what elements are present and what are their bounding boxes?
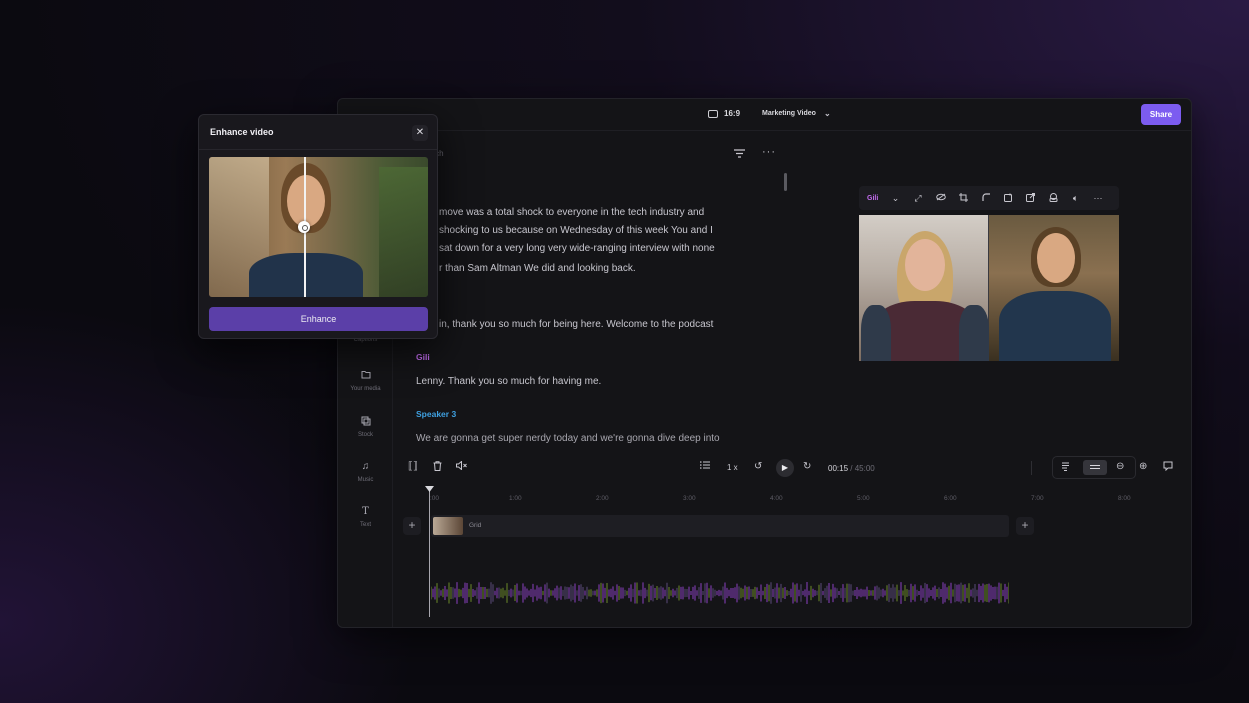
- transcript-line[interactable]: Lenny. Thank you so much for having me.: [416, 373, 601, 391]
- rail-item-music[interactable]: ♫ Music: [338, 461, 393, 483]
- corner-radius-icon[interactable]: [974, 193, 997, 203]
- enhance-button[interactable]: Enhance: [209, 307, 428, 331]
- video-track-clip[interactable]: Grid: [431, 515, 1009, 537]
- rail-item-label: Your media: [350, 386, 381, 392]
- rail-item-your-media[interactable]: Your media: [338, 370, 393, 392]
- add-track-before-button[interactable]: +: [403, 517, 421, 535]
- tick-label: 3:00: [683, 495, 696, 502]
- speaker-label-gili[interactable]: Gili: [416, 352, 430, 362]
- export-icon[interactable]: [1019, 192, 1042, 204]
- comparison-slider-handle[interactable]: [298, 221, 310, 233]
- enhance-video-modal: Enhance video ✕ Enhance: [198, 114, 438, 339]
- close-icon[interactable]: ✕: [412, 125, 428, 141]
- more-options-icon[interactable]: ···: [762, 146, 776, 158]
- preview-toolbar: Gili ⌄ ⤢ 🔈︎ ···: [859, 186, 1119, 210]
- tick-label: 1:00: [509, 495, 522, 502]
- playback-speed[interactable]: 1 x: [727, 463, 738, 472]
- modal-title: Enhance video: [210, 127, 274, 137]
- volume-icon[interactable]: 🔈︎: [1064, 193, 1087, 204]
- transcript-line[interactable]: r than Sam Altman We did and looking bac…: [439, 260, 636, 278]
- editor-window: 16:9 Marketing Video ⌄ Share Captions Yo…: [337, 98, 1192, 628]
- text-icon: T: [362, 506, 369, 517]
- crop-icon[interactable]: [952, 192, 975, 204]
- transcript-line[interactable]: We are gonna get super nerdy today and w…: [416, 430, 720, 448]
- split-icon[interactable]: ⟦⟧: [408, 461, 418, 472]
- top-bar: 16:9 Marketing Video ⌄ Share: [338, 99, 1191, 131]
- trash-icon[interactable]: [433, 461, 442, 474]
- playback-bar: ⟦⟧ 1 x ↺ ▶ ↻ 00:15 / 45:00 ⊖ ⊕: [393, 455, 1191, 481]
- project-name-dropdown[interactable]: Marketing Video ⌄: [762, 109, 831, 118]
- expand-icon[interactable]: ⤢: [907, 193, 930, 204]
- mute-icon[interactable]: [456, 460, 467, 473]
- filter-icon[interactable]: [734, 149, 745, 161]
- time-display: 00:15 / 45:00: [828, 464, 875, 473]
- video-preview[interactable]: [859, 215, 1119, 361]
- current-time: 00:15: [828, 464, 849, 473]
- zoom-in-icon[interactable]: ⊕: [1139, 461, 1147, 472]
- share-button[interactable]: Share: [1141, 104, 1181, 125]
- aspect-ratio-selector[interactable]: 16:9: [708, 109, 740, 118]
- forward-icon[interactable]: ↻: [803, 461, 811, 472]
- preview-person-right: [988, 215, 1119, 361]
- speaker-label-3[interactable]: Speaker 3: [416, 409, 456, 419]
- duration: / 45:00: [850, 464, 875, 473]
- list-icon[interactable]: [700, 461, 710, 472]
- folder-icon: [338, 370, 393, 382]
- playhead[interactable]: [429, 487, 430, 617]
- playhead-handle[interactable]: [425, 486, 434, 492]
- transcript-line[interactable]: in, thank you so much for being here. We…: [439, 316, 713, 334]
- project-name-label: Marketing Video: [762, 110, 816, 117]
- transcript-view-icon[interactable]: [1061, 462, 1070, 474]
- speaker-selector[interactable]: Gili: [867, 195, 878, 202]
- transcript-line[interactable]: sat down for a very long very wide-rangi…: [439, 240, 715, 258]
- clip-label: Grid: [469, 522, 482, 529]
- tick-label: 2:00: [596, 495, 609, 502]
- transcript-scrollbar[interactable]: [784, 173, 787, 191]
- rail-item-label: Text: [359, 522, 371, 528]
- audio-waveform[interactable]: [431, 581, 1009, 605]
- transcript-line[interactable]: shocking to us because on Wednesday of t…: [439, 222, 713, 240]
- play-button[interactable]: ▶: [776, 459, 794, 477]
- rail-item-text[interactable]: T Text: [338, 506, 393, 528]
- hide-icon[interactable]: [929, 193, 952, 203]
- more-options-icon[interactable]: ···: [1087, 193, 1110, 203]
- clip-thumbnail: [433, 517, 463, 535]
- before-after-comparison[interactable]: [209, 157, 428, 297]
- timeline-ruler[interactable]: :00 1:00 2:00 3:00 4:00 5:00 6:00 7:00 8…: [430, 495, 1190, 507]
- rewind-icon[interactable]: ↺: [754, 461, 762, 472]
- enhance-icon[interactable]: [997, 192, 1020, 204]
- music-note-icon: ♫: [361, 461, 370, 472]
- tick-label: :00: [430, 495, 440, 502]
- divider: [199, 149, 437, 150]
- divider: [1031, 461, 1032, 475]
- transcript-line[interactable]: move was a total shock to everyone in th…: [439, 204, 704, 222]
- layers-icon[interactable]: [1042, 192, 1065, 204]
- add-track-after-button[interactable]: +: [1016, 517, 1034, 535]
- rail-item-stock[interactable]: Stock: [338, 416, 393, 438]
- tick-label: 4:00: [770, 495, 783, 502]
- aspect-ratio-icon: [708, 109, 718, 118]
- preview-person-left: [859, 215, 989, 361]
- tick-label: 8:00: [1118, 495, 1131, 502]
- zoom-out-icon[interactable]: ⊖: [1116, 461, 1124, 472]
- rail-item-label: Music: [357, 477, 374, 483]
- timeline-view-icon: [1090, 462, 1100, 473]
- aspect-ratio-label: 16:9: [724, 109, 741, 118]
- chevron-down-icon[interactable]: ⌄: [884, 193, 907, 204]
- tick-label: 7:00: [1031, 495, 1044, 502]
- chevron-down-icon: ⌄: [823, 109, 831, 118]
- rail-item-label: Stock: [357, 432, 373, 438]
- stock-icon: [338, 416, 393, 428]
- tick-label: 5:00: [857, 495, 870, 502]
- comment-icon[interactable]: [1163, 461, 1173, 474]
- tick-label: 6:00: [944, 495, 957, 502]
